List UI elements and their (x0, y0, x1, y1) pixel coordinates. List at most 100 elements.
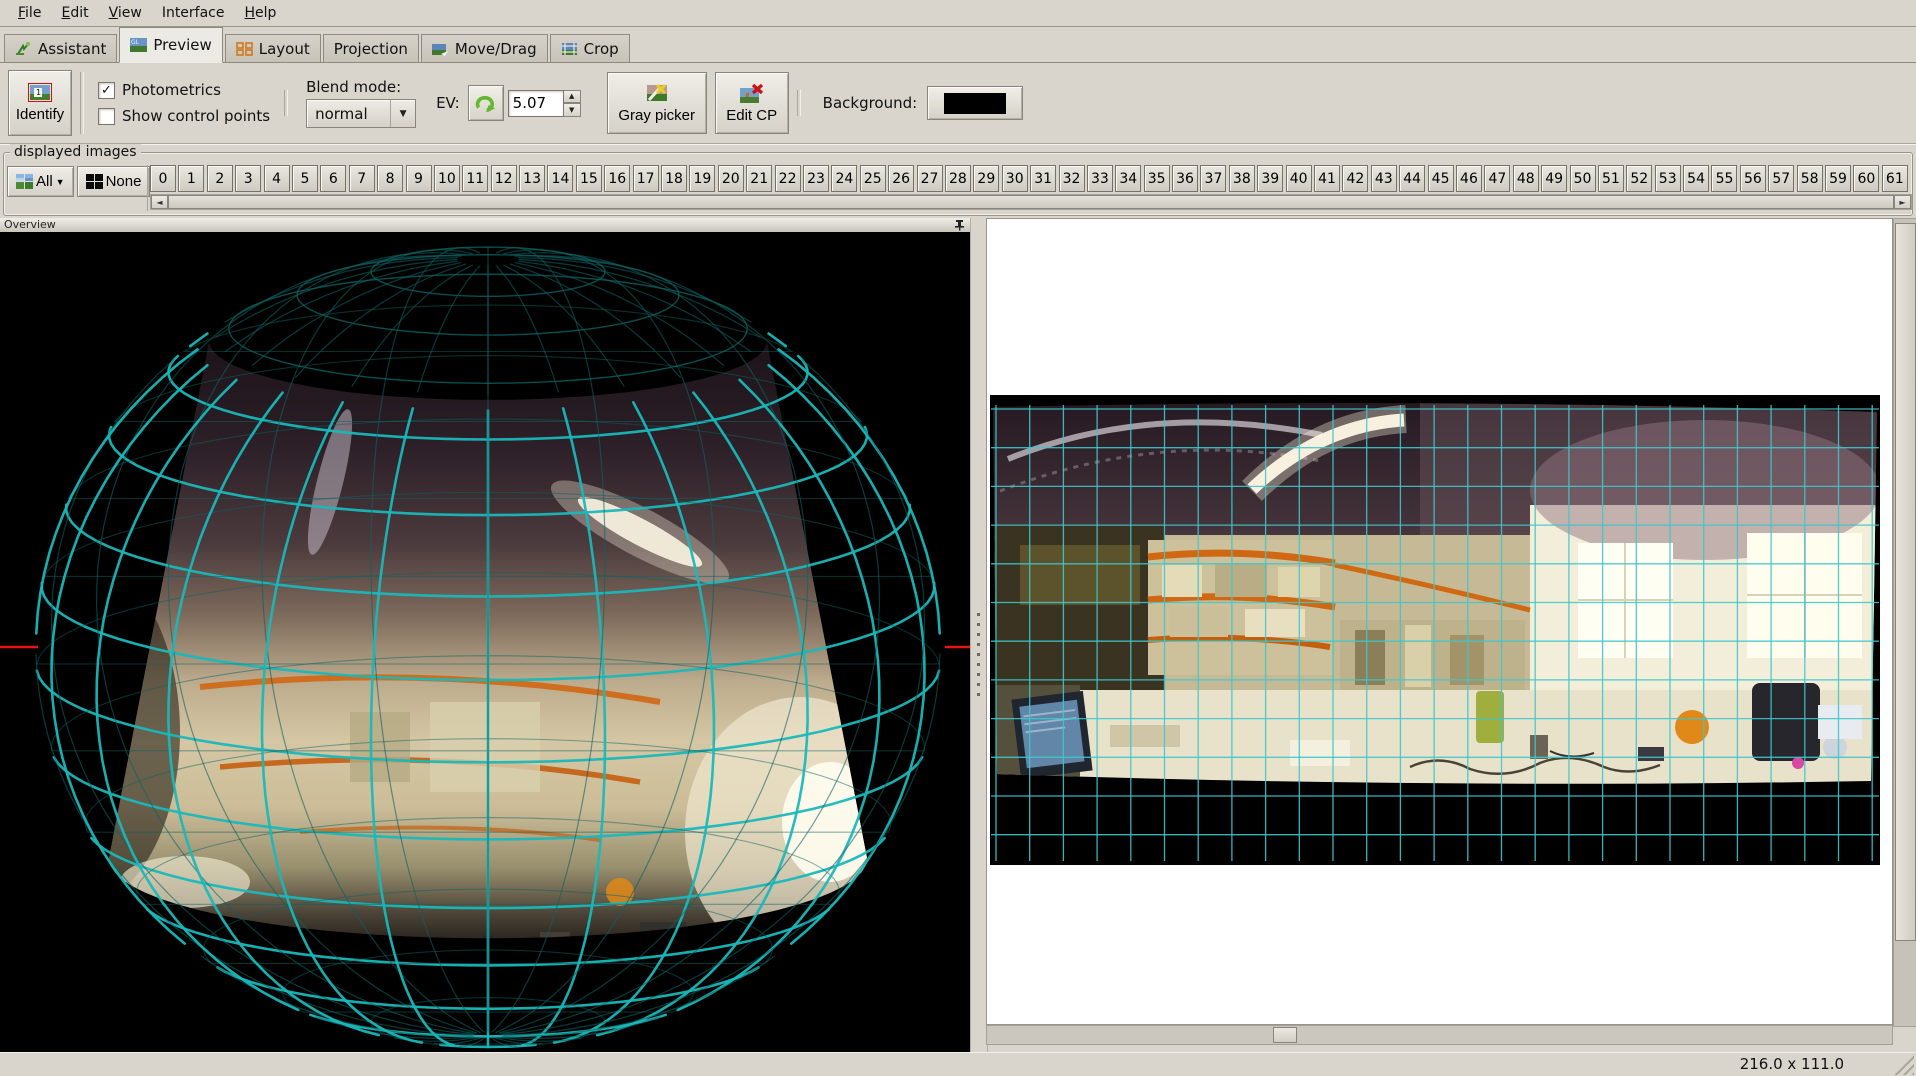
image-toggle-46[interactable]: 46 (1456, 165, 1482, 192)
menu-file[interactable]: File (8, 2, 51, 24)
menu-help[interactable]: Help (235, 2, 287, 24)
preview-canvas[interactable] (986, 218, 1893, 1025)
tab-crop[interactable]: Crop (550, 34, 630, 63)
image-toggle-17[interactable]: 17 (633, 165, 659, 192)
blend-mode-select[interactable]: normal ▼ (306, 99, 416, 128)
image-toggle-48[interactable]: 48 (1513, 165, 1539, 192)
image-toggle-29[interactable]: 29 (973, 165, 999, 192)
ev-value-input[interactable] (508, 90, 564, 117)
image-toggle-50[interactable]: 50 (1570, 165, 1596, 192)
image-strip-scrollbar-thumb[interactable] (168, 195, 1894, 209)
image-toggle-40[interactable]: 40 (1286, 165, 1312, 192)
preview-vertical-scrollbar-thumb[interactable] (1895, 223, 1916, 941)
show-all-images-button[interactable]: All ▼ (7, 166, 74, 197)
image-toggle-2[interactable]: 2 (207, 165, 233, 192)
menu-edit[interactable]: Edit (51, 2, 98, 24)
image-toggle-22[interactable]: 22 (775, 165, 801, 192)
image-toggle-34[interactable]: 34 (1115, 165, 1141, 192)
image-toggle-21[interactable]: 21 (746, 165, 772, 192)
image-toggle-7[interactable]: 7 (349, 165, 375, 192)
image-toggle-54[interactable]: 54 (1683, 165, 1709, 192)
image-toggle-20[interactable]: 20 (718, 165, 744, 192)
image-toggle-14[interactable]: 14 (547, 165, 573, 192)
image-toggle-39[interactable]: 39 (1257, 165, 1283, 192)
image-toggle-4[interactable]: 4 (264, 165, 290, 192)
reset-ev-button[interactable] (468, 85, 504, 121)
menu-view[interactable]: View (99, 2, 152, 24)
image-toggle-35[interactable]: 35 (1144, 165, 1170, 192)
menu-interface[interactable]: Interface (152, 2, 235, 24)
tab-layout[interactable]: Layout (225, 34, 321, 63)
show-control-points-checkbox[interactable] (98, 108, 115, 125)
image-toggle-16[interactable]: 16 (604, 165, 630, 192)
preview-horizontal-scrollbar[interactable] (986, 1025, 1893, 1045)
image-toggle-44[interactable]: 44 (1399, 165, 1425, 192)
image-toggle-49[interactable]: 49 (1541, 165, 1567, 192)
image-strip-scrollbar[interactable]: ◄ ► (150, 194, 1912, 210)
image-toggle-59[interactable]: 59 (1825, 165, 1851, 192)
image-toggle-1[interactable]: 1 (178, 165, 204, 192)
scroll-right-icon[interactable]: ► (1894, 195, 1911, 209)
image-toggle-55[interactable]: 55 (1711, 165, 1737, 192)
image-toggle-9[interactable]: 9 (406, 165, 432, 192)
image-toggle-36[interactable]: 36 (1172, 165, 1198, 192)
image-toggle-56[interactable]: 56 (1740, 165, 1766, 192)
identify-button[interactable]: 1 Identify (8, 70, 72, 136)
image-toggle-13[interactable]: 13 (519, 165, 545, 192)
tab-projection[interactable]: Projection (323, 34, 419, 63)
image-toggle-3[interactable]: 3 (235, 165, 261, 192)
image-toggle-42[interactable]: 42 (1342, 165, 1368, 192)
image-toggle-38[interactable]: 38 (1229, 165, 1255, 192)
image-toggle-8[interactable]: 8 (377, 165, 403, 192)
image-toggle-25[interactable]: 25 (860, 165, 886, 192)
image-toggle-43[interactable]: 43 (1371, 165, 1397, 192)
image-toggle-23[interactable]: 23 (803, 165, 829, 192)
background-color-button[interactable] (927, 86, 1023, 120)
image-toggle-12[interactable]: 12 (491, 165, 517, 192)
image-toggle-5[interactable]: 5 (292, 165, 318, 192)
ev-spin-up-button[interactable]: ▲ (564, 90, 581, 104)
image-toggle-19[interactable]: 19 (689, 165, 715, 192)
image-toggle-24[interactable]: 24 (831, 165, 857, 192)
image-toggle-30[interactable]: 30 (1002, 165, 1028, 192)
image-toggle-31[interactable]: 31 (1030, 165, 1056, 192)
image-toggle-27[interactable]: 27 (917, 165, 943, 192)
photometrics-checkbox[interactable]: ✓ (98, 82, 115, 99)
image-toggle-53[interactable]: 53 (1655, 165, 1681, 192)
show-control-points-checkbox-row[interactable]: Show control points (98, 107, 270, 125)
image-toggle-15[interactable]: 15 (576, 165, 602, 192)
image-toggle-0[interactable]: 0 (150, 165, 176, 192)
blend-mode-dropdown-arrow-icon[interactable]: ▼ (390, 100, 415, 127)
image-toggle-60[interactable]: 60 (1853, 165, 1879, 192)
pin-icon[interactable] (954, 219, 965, 231)
image-toggle-11[interactable]: 11 (462, 165, 488, 192)
edit-cp-button[interactable]: Edit CP (715, 72, 789, 134)
image-toggle-28[interactable]: 28 (945, 165, 971, 192)
image-toggle-52[interactable]: 52 (1626, 165, 1652, 192)
image-toggle-57[interactable]: 57 (1768, 165, 1794, 192)
preview-vertical-scrollbar[interactable] (1893, 218, 1916, 1027)
image-toggle-32[interactable]: 32 (1059, 165, 1085, 192)
show-no-images-button[interactable]: None (77, 166, 151, 197)
gray-picker-button[interactable]: Gray picker (607, 72, 707, 134)
image-toggle-26[interactable]: 26 (888, 165, 914, 192)
image-toggle-51[interactable]: 51 (1598, 165, 1624, 192)
scroll-left-icon[interactable]: ◄ (151, 195, 168, 209)
tab-assistant[interactable]: Assistant (4, 34, 117, 63)
ev-spin-down-button[interactable]: ▼ (564, 103, 581, 117)
image-toggle-47[interactable]: 47 (1484, 165, 1510, 192)
tab-move-drag[interactable]: Move/Drag (421, 34, 548, 63)
preview-horizontal-scrollbar-thumb[interactable] (1273, 1027, 1297, 1043)
tab-preview[interactable]: GL Preview (119, 27, 222, 63)
image-toggle-58[interactable]: 58 (1797, 165, 1823, 192)
resize-grip-icon[interactable] (1894, 1055, 1914, 1075)
photometrics-checkbox-row[interactable]: ✓ Photometrics (98, 81, 270, 99)
image-toggle-18[interactable]: 18 (661, 165, 687, 192)
image-toggle-10[interactable]: 10 (434, 165, 460, 192)
image-toggle-37[interactable]: 37 (1200, 165, 1226, 192)
image-toggle-41[interactable]: 41 (1314, 165, 1340, 192)
overview-sphere-canvas[interactable] (0, 232, 970, 1052)
image-toggle-6[interactable]: 6 (320, 165, 346, 192)
image-toggle-61[interactable]: 61 (1882, 165, 1908, 192)
image-toggle-45[interactable]: 45 (1428, 165, 1454, 192)
